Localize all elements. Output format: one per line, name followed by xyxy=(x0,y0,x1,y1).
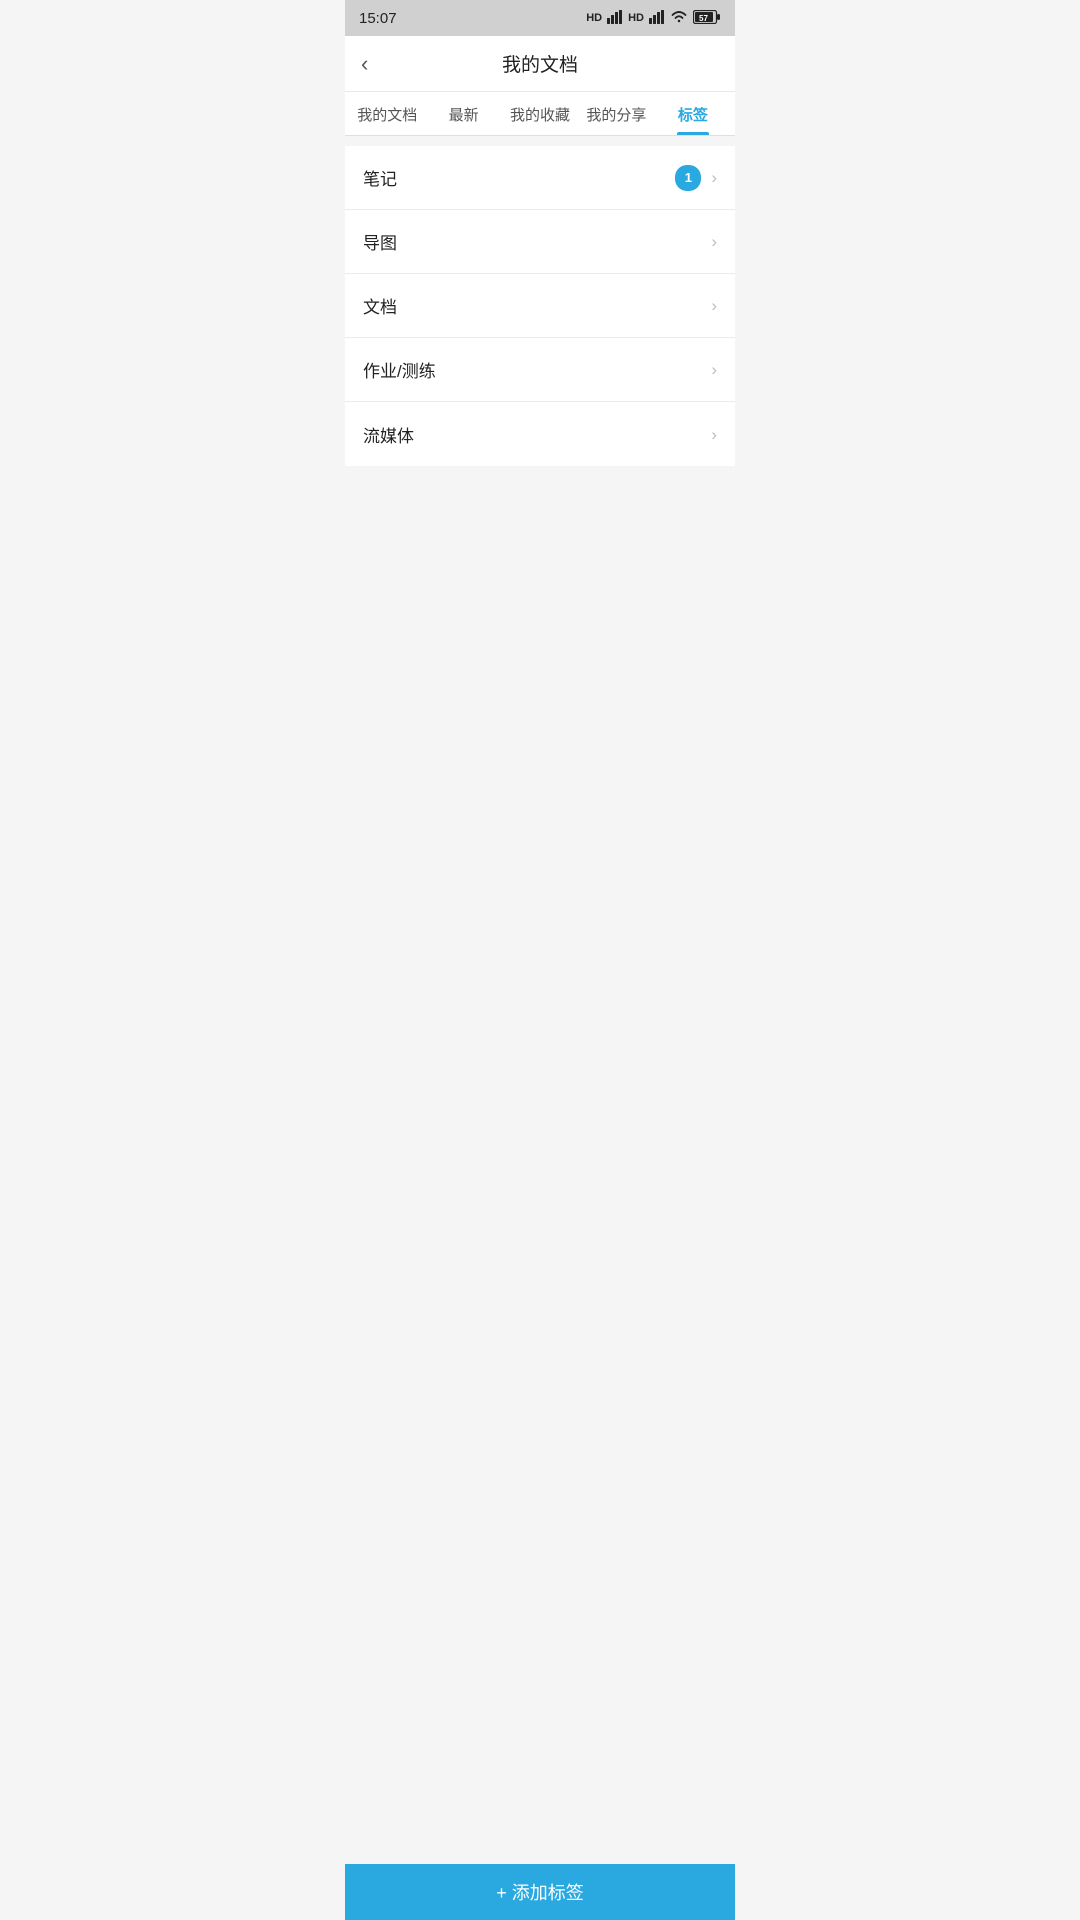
hd-icon: HD xyxy=(586,12,602,24)
list-label-documents: 文档 xyxy=(363,293,397,318)
chevron-icon-streaming: › xyxy=(711,426,717,443)
tab-my-docs[interactable]: 我的文档 xyxy=(349,92,425,135)
header: ‹ 我的文档 xyxy=(345,36,735,92)
status-bar: 15:07 HD HD xyxy=(345,0,735,36)
status-time: 15:07 xyxy=(359,10,397,27)
add-tag-button[interactable]: + 添加标签 xyxy=(345,1864,735,1920)
wifi-icon xyxy=(670,10,688,27)
signal-icon-1 xyxy=(607,10,623,27)
page-title: 我的文档 xyxy=(502,50,578,77)
tab-favorites[interactable]: 我的收藏 xyxy=(502,92,578,135)
svg-text:57: 57 xyxy=(699,14,708,23)
chevron-icon-documents: › xyxy=(711,297,717,314)
status-icons: HD HD xyxy=(586,10,721,27)
list-label-homework: 作业/测练 xyxy=(363,357,436,382)
list-item-mindmap[interactable]: 导图 › xyxy=(345,210,735,274)
chevron-icon-mindmap: › xyxy=(711,233,717,250)
badge-notes: 1 xyxy=(675,165,701,191)
list-item-notes[interactable]: 笔记 1 › xyxy=(345,146,735,210)
hd-icon-2: HD xyxy=(628,12,644,24)
list-item-homework[interactable]: 作业/测练 › xyxy=(345,338,735,402)
chevron-icon-notes: › xyxy=(711,169,717,186)
list-label-mindmap: 导图 xyxy=(363,229,397,254)
tab-shared[interactable]: 我的分享 xyxy=(578,92,654,135)
list-label-notes: 笔记 xyxy=(363,165,397,190)
battery-icon: 57 xyxy=(693,10,721,27)
list-item-streaming[interactable]: 流媒体 › xyxy=(345,402,735,466)
list-label-streaming: 流媒体 xyxy=(363,422,414,447)
tab-recent[interactable]: 最新 xyxy=(425,92,501,135)
tag-list: 笔记 1 › 导图 › 文档 › 作业/测练 › 流媒体 xyxy=(345,146,735,466)
list-item-documents[interactable]: 文档 › xyxy=(345,274,735,338)
tab-tags[interactable]: 标签 xyxy=(655,92,731,135)
back-button[interactable]: ‹ xyxy=(361,53,368,75)
signal-icon-2 xyxy=(649,10,665,27)
chevron-icon-homework: › xyxy=(711,361,717,378)
tab-bar: 我的文档 最新 我的收藏 我的分享 标签 xyxy=(345,92,735,136)
